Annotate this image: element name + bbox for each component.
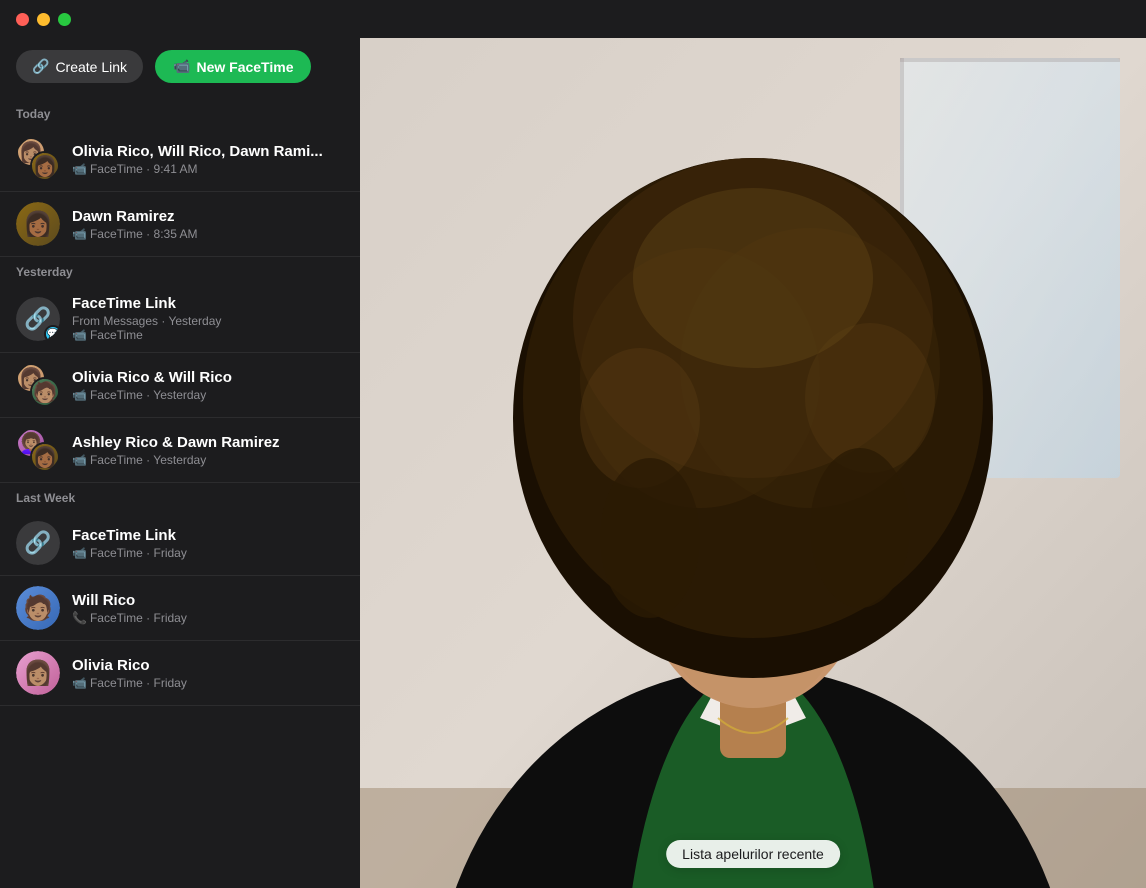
title-bar xyxy=(0,0,1146,38)
video-icon: 📹 xyxy=(72,328,87,342)
traffic-lights xyxy=(16,13,71,26)
call-name: Will Rico xyxy=(72,592,344,609)
app-container: 🔗 Create Link 📹 New FaceTime Today 👩🏽 👩🏾 xyxy=(0,38,1146,888)
phone-icon: 📞 xyxy=(72,611,87,625)
call-info: Will Rico 📞 FaceTime · Friday xyxy=(72,592,344,625)
avatar: 👩🏽 👩🏾 xyxy=(16,137,60,181)
video-icon: 📹 xyxy=(72,676,87,690)
call-name: Dawn Ramirez xyxy=(72,208,344,225)
toolbar: 🔗 Create Link 📹 New FaceTime xyxy=(0,38,360,99)
video-camera-icon: 📹 xyxy=(173,58,190,75)
avatar: 👩🏽‍🦱 👩🏾 xyxy=(16,428,60,472)
avatar: 🧑🏽 xyxy=(16,586,60,630)
list-item[interactable]: 🧑🏽 Will Rico 📞 FaceTime · Friday xyxy=(0,576,360,641)
list-item[interactable]: 🔗 FaceTime Link 📹 FaceTime · Friday xyxy=(0,511,360,576)
minimize-button[interactable] xyxy=(37,13,50,26)
new-facetime-button[interactable]: 📹 New FaceTime xyxy=(155,50,311,83)
call-info: Olivia Rico, Will Rico, Dawn Rami... 📹 F… xyxy=(72,143,344,176)
avatar: 🔗 💬 xyxy=(16,297,60,341)
messages-badge-icon: 💬 xyxy=(47,328,58,339)
list-item[interactable]: 👩🏾 Dawn Ramirez 📹 FaceTime · 8:35 AM xyxy=(0,192,360,257)
call-name: Olivia Rico, Will Rico, Dawn Rami... xyxy=(72,143,344,160)
call-detail: 📞 FaceTime · Friday xyxy=(72,611,344,625)
list-item[interactable]: 🔗 💬 FaceTime Link From Messages · Yester… xyxy=(0,285,360,353)
video-icon: 📹 xyxy=(72,227,87,241)
call-detail: From Messages · Yesterday xyxy=(72,314,344,328)
avatar: 👩🏾 xyxy=(16,202,60,246)
avatar: 🔗 xyxy=(16,521,60,565)
avatar: 👩🏽 🧑🏽 xyxy=(16,363,60,407)
avatar: 👩🏽 xyxy=(16,651,60,695)
call-info: Dawn Ramirez 📹 FaceTime · 8:35 AM xyxy=(72,208,344,241)
list-item[interactable]: 👩🏽‍🦱 👩🏾 Ashley Rico & Dawn Ramirez 📹 Fac… xyxy=(0,418,360,483)
portrait-preview xyxy=(360,38,1146,888)
main-panel: Lista apelurilor recente xyxy=(360,38,1146,888)
create-link-label: Create Link xyxy=(55,59,127,75)
create-link-button[interactable]: 🔗 Create Link xyxy=(16,50,143,83)
call-info: FaceTime Link 📹 FaceTime · Friday xyxy=(72,527,344,560)
link-icon: 🔗 xyxy=(32,58,49,75)
call-detail: 📹 FaceTime · Yesterday xyxy=(72,388,344,402)
call-detail: 📹 FaceTime · Friday xyxy=(72,676,344,690)
call-info: FaceTime Link From Messages · Yesterday … xyxy=(72,295,344,342)
video-icon: 📹 xyxy=(72,388,87,402)
section-last-week: Last Week xyxy=(0,483,360,511)
call-detail: 📹 FaceTime · 9:41 AM xyxy=(72,162,344,176)
call-info: Olivia Rico & Will Rico 📹 FaceTime · Yes… xyxy=(72,369,344,402)
call-detail: 📹 FaceTime · Yesterday xyxy=(72,453,344,467)
video-icon: 📹 xyxy=(72,162,87,176)
call-name: FaceTime Link xyxy=(72,295,344,312)
call-name: Ashley Rico & Dawn Ramirez xyxy=(72,434,344,451)
list-item[interactable]: 👩🏽 🧑🏽 Olivia Rico & Will Rico 📹 FaceTime… xyxy=(0,353,360,418)
call-info: Olivia Rico 📹 FaceTime · Friday xyxy=(72,657,344,690)
call-detail: 📹 FaceTime · 8:35 AM xyxy=(72,227,344,241)
avatar-sub-will: 🧑🏽 xyxy=(30,377,60,407)
avatar-sub-dawn2: 👩🏾 xyxy=(30,442,60,472)
list-item[interactable]: 👩🏽 Olivia Rico 📹 FaceTime · Friday xyxy=(0,641,360,706)
caption-text: Lista apelurilor recente xyxy=(682,846,824,862)
call-info: Ashley Rico & Dawn Ramirez 📹 FaceTime · … xyxy=(72,434,344,467)
maximize-button[interactable] xyxy=(58,13,71,26)
call-name: Olivia Rico xyxy=(72,657,344,674)
call-detail-sub: 📹 FaceTime xyxy=(72,328,344,342)
video-icon: 📹 xyxy=(72,453,87,467)
call-name: Olivia Rico & Will Rico xyxy=(72,369,344,386)
messages-badge: 💬 xyxy=(44,325,60,341)
call-detail: 📹 FaceTime · Friday xyxy=(72,546,344,560)
video-icon: 📹 xyxy=(72,546,87,560)
caption: Lista apelurilor recente xyxy=(666,840,840,868)
new-facetime-label: New FaceTime xyxy=(196,59,293,75)
sidebar: 🔗 Create Link 📹 New FaceTime Today 👩🏽 👩🏾 xyxy=(0,38,360,888)
section-yesterday: Yesterday xyxy=(0,257,360,285)
section-today: Today xyxy=(0,99,360,127)
avatar-sub-dawn: 👩🏾 xyxy=(30,151,60,181)
link-avatar: 🔗 xyxy=(16,521,60,565)
close-button[interactable] xyxy=(16,13,29,26)
list-item[interactable]: 👩🏽 👩🏾 Olivia Rico, Will Rico, Dawn Rami.… xyxy=(0,127,360,192)
call-name: FaceTime Link xyxy=(72,527,344,544)
